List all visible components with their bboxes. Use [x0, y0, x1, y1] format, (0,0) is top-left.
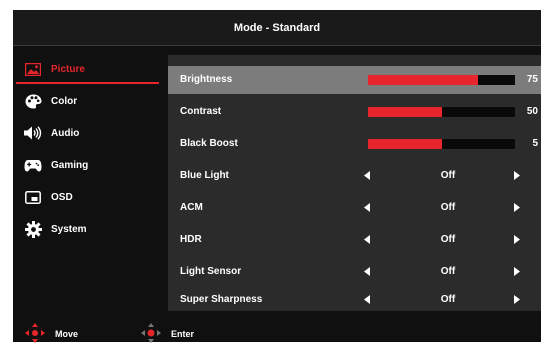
- arrow-left-icon[interactable]: [364, 295, 370, 307]
- sidebar-item-label: Gaming: [51, 159, 89, 171]
- black-boost-slider[interactable]: [368, 139, 515, 149]
- setting-value: Off: [440, 202, 456, 213]
- osd-menu: Mode - Standard Picture Color Audio Gami…: [13, 10, 541, 345]
- footer-hints: Move Enter: [13, 323, 541, 345]
- sidebar-item-picture[interactable]: Picture: [13, 56, 161, 84]
- setting-label: Super Sharpness: [180, 294, 263, 305]
- sidebar-item-label: OSD: [51, 191, 73, 203]
- setting-row-light-sensor[interactable]: Light Sensor Off: [168, 258, 541, 286]
- menu-header: Mode - Standard: [13, 10, 541, 46]
- gear-icon: [24, 220, 42, 238]
- enter-hint: Enter: [141, 323, 195, 345]
- move-hint: Move: [25, 323, 79, 345]
- arrow-right-icon[interactable]: [514, 203, 520, 215]
- setting-label: HDR: [180, 234, 202, 245]
- setting-label: Light Sensor: [180, 266, 242, 277]
- dpad-move-icon: [25, 323, 45, 345]
- arrow-right-icon[interactable]: [514, 295, 520, 307]
- setting-value: Off: [440, 170, 456, 181]
- arrow-left-icon[interactable]: [364, 267, 370, 279]
- setting-label: Black Boost: [180, 138, 238, 149]
- sidebar-item-label: Picture: [51, 63, 85, 75]
- sidebar: Picture Color Audio Gaming OSD System: [13, 56, 161, 314]
- setting-row-black-boost[interactable]: Black Boost 5: [168, 130, 541, 158]
- brightness-slider[interactable]: [368, 75, 515, 85]
- sidebar-item-color[interactable]: Color: [13, 88, 161, 114]
- setting-value: Off: [440, 266, 456, 277]
- arrow-left-icon[interactable]: [364, 235, 370, 247]
- sidebar-item-audio[interactable]: Audio: [13, 120, 161, 146]
- setting-row-blue-light[interactable]: Blue Light Off: [168, 162, 541, 190]
- setting-value: 5: [532, 138, 538, 149]
- arrow-right-icon[interactable]: [514, 171, 520, 183]
- sidebar-item-label: Audio: [51, 127, 80, 139]
- setting-value: Off: [440, 294, 456, 305]
- setting-label: Brightness: [180, 74, 233, 85]
- setting-label: Contrast: [180, 106, 222, 117]
- palette-icon: [24, 92, 42, 110]
- osd-window-icon: [24, 188, 42, 206]
- setting-row-brightness[interactable]: Brightness 75: [168, 66, 541, 94]
- speaker-icon: [24, 124, 42, 142]
- setting-value: Off: [440, 234, 456, 245]
- enter-label: Enter: [171, 329, 195, 339]
- arrow-right-icon[interactable]: [514, 235, 520, 247]
- arrow-left-icon[interactable]: [364, 203, 370, 215]
- setting-row-contrast[interactable]: Contrast 50: [168, 98, 541, 126]
- setting-value: 50: [526, 106, 538, 117]
- setting-label: ACM: [180, 202, 203, 213]
- sidebar-item-gaming[interactable]: Gaming: [13, 152, 161, 178]
- slider-fill: [368, 75, 479, 85]
- setting-label: Blue Light: [180, 170, 229, 181]
- mode-title: Mode - Standard: [233, 21, 321, 34]
- settings-panel: Brightness 75 Contrast 50 Black Boost 5 …: [168, 55, 541, 311]
- contrast-slider[interactable]: [368, 107, 515, 117]
- setting-row-acm[interactable]: ACM Off: [168, 194, 541, 222]
- sidebar-item-osd[interactable]: OSD: [13, 184, 161, 210]
- arrow-right-icon[interactable]: [514, 267, 520, 279]
- setting-value: 75: [526, 74, 538, 85]
- dpad-enter-icon: [141, 323, 161, 345]
- arrow-left-icon[interactable]: [364, 171, 370, 183]
- slider-fill: [368, 107, 442, 117]
- setting-row-super-sharpness[interactable]: Super Sharpness Off: [168, 290, 541, 311]
- sidebar-item-label: System: [51, 223, 87, 235]
- gamepad-icon: [24, 156, 42, 174]
- setting-row-hdr[interactable]: HDR Off: [168, 226, 541, 254]
- picture-icon: [24, 60, 42, 78]
- slider-fill: [368, 139, 442, 149]
- sidebar-item-system[interactable]: System: [13, 216, 161, 242]
- move-label: Move: [55, 329, 79, 339]
- sidebar-item-label: Color: [51, 95, 78, 107]
